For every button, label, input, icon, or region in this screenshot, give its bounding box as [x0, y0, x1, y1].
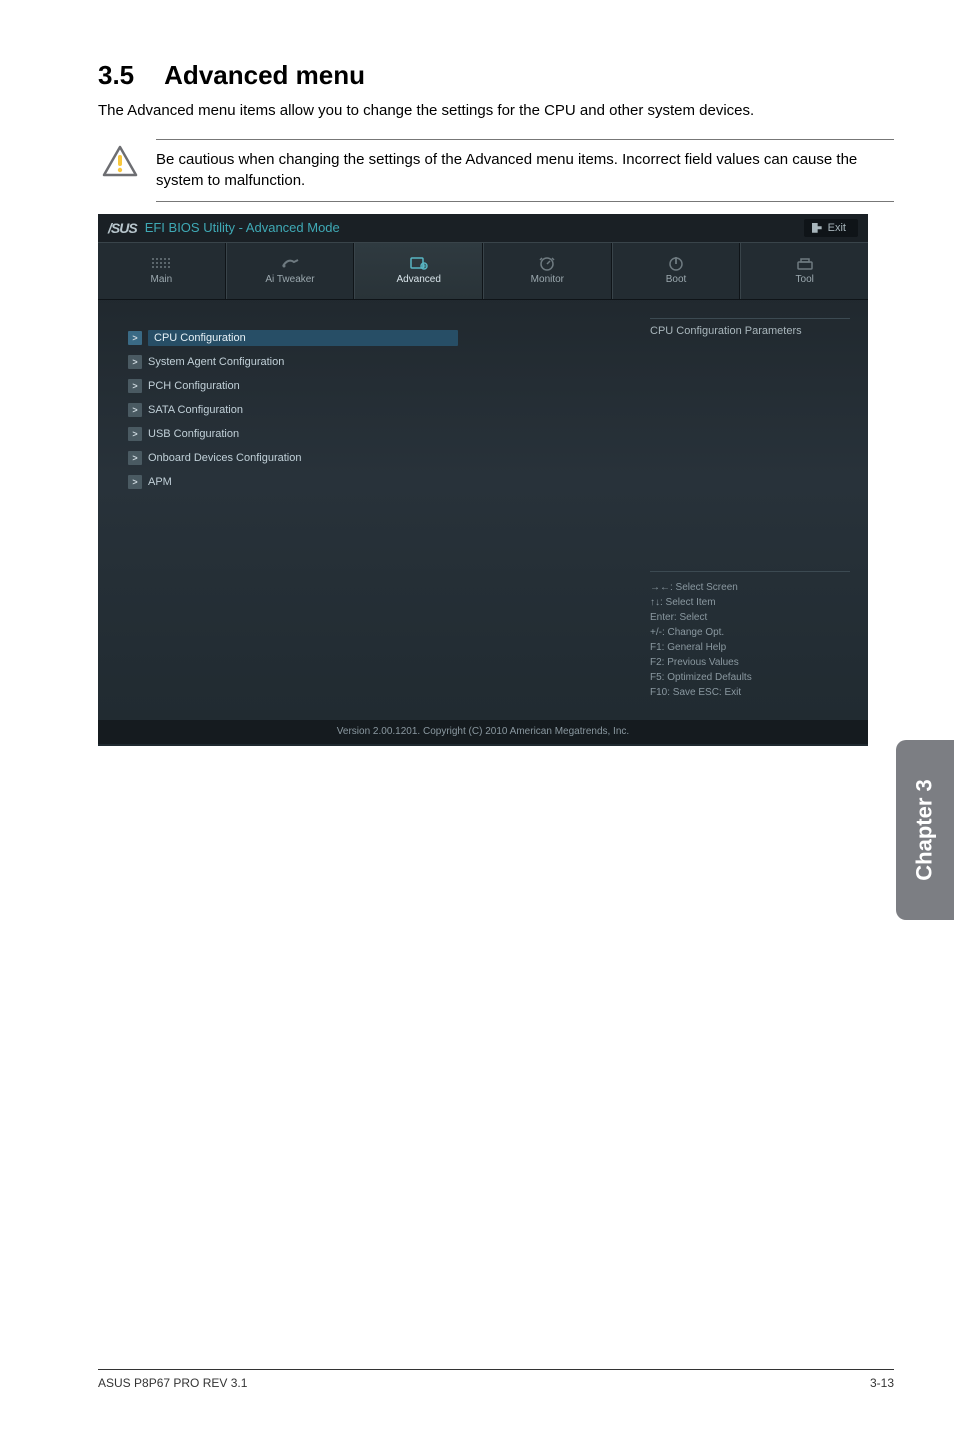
- tool-icon: [795, 256, 815, 270]
- tab-monitor[interactable]: Monitor: [483, 243, 612, 299]
- help-panel-title: CPU Configuration Parameters: [650, 318, 850, 337]
- bios-screenshot: /SUS EFI BIOS Utility - Advanced Mode Ex…: [98, 214, 868, 746]
- menu-item-system-agent[interactable]: > System Agent Configuration: [128, 350, 620, 374]
- menu-label: CPU Configuration: [148, 330, 458, 346]
- menu-item-cpu-config[interactable]: > CPU Configuration: [128, 326, 458, 350]
- tab-main[interactable]: Main: [98, 243, 226, 299]
- menu-label: PCH Configuration: [148, 380, 240, 392]
- bios-tabbar: Main Ai Tweaker Advanced Monitor: [98, 242, 868, 300]
- menu-item-sata-config[interactable]: > SATA Configuration: [128, 398, 620, 422]
- menu-item-usb-config[interactable]: > USB Configuration: [128, 422, 620, 446]
- tab-ai-tweaker[interactable]: Ai Tweaker: [226, 243, 355, 299]
- tab-tool[interactable]: Tool: [740, 243, 868, 299]
- monitor-icon: [537, 256, 557, 270]
- intro-paragraph: The Advanced menu items allow you to cha…: [98, 101, 894, 121]
- key-hints: →←: Select Screen ↑↓: Select Item Enter:…: [650, 571, 850, 700]
- menu-item-apm[interactable]: > APM: [128, 470, 620, 494]
- boot-icon: [666, 256, 686, 270]
- chevron-right-icon: >: [128, 475, 142, 489]
- exit-label: Exit: [828, 222, 846, 234]
- bios-title: EFI BIOS Utility - Advanced Mode: [145, 220, 340, 235]
- exit-icon: [812, 223, 822, 233]
- section-title: Advanced menu: [164, 60, 365, 90]
- tab-label: Advanced: [396, 274, 440, 285]
- tab-label: Ai Tweaker: [265, 274, 314, 285]
- chevron-right-icon: >: [128, 451, 142, 465]
- chapter-side-tab: Chapter 3: [896, 740, 954, 920]
- tab-label: Tool: [796, 274, 814, 285]
- tab-advanced[interactable]: Advanced: [354, 243, 483, 299]
- menu-item-onboard-devices[interactable]: > Onboard Devices Configuration: [128, 446, 620, 470]
- bios-menu-list: > CPU Configuration > System Agent Confi…: [98, 318, 638, 718]
- bios-version-footer: Version 2.00.1201. Copyright (C) 2010 Am…: [98, 720, 868, 744]
- warning-icon: [102, 145, 138, 184]
- menu-item-pch-config[interactable]: > PCH Configuration: [128, 374, 620, 398]
- chevron-right-icon: >: [128, 331, 142, 345]
- chapter-side-label: Chapter 3: [912, 779, 938, 880]
- menu-label: Onboard Devices Configuration: [148, 452, 301, 464]
- chevron-right-icon: >: [128, 379, 142, 393]
- asus-logo: /SUS: [108, 220, 137, 236]
- chevron-right-icon: >: [128, 427, 142, 441]
- tab-label: Monitor: [531, 274, 564, 285]
- tab-boot[interactable]: Boot: [612, 243, 741, 299]
- tab-label: Main: [150, 274, 172, 285]
- exit-button[interactable]: Exit: [804, 219, 858, 237]
- footer-page-number: 3-13: [870, 1376, 894, 1390]
- page-footer: ASUS P8P67 PRO REV 3.1 3-13: [98, 1369, 894, 1390]
- main-icon: [151, 256, 171, 270]
- advanced-icon: [409, 256, 429, 270]
- warning-callout: Be cautious when changing the settings o…: [98, 139, 894, 202]
- tab-label: Boot: [666, 274, 687, 285]
- tweaker-icon: [280, 256, 300, 270]
- chevron-right-icon: >: [128, 355, 142, 369]
- menu-label: System Agent Configuration: [148, 356, 284, 368]
- section-heading: 3.5 Advanced menu: [98, 60, 894, 91]
- footer-product: ASUS P8P67 PRO REV 3.1: [98, 1376, 247, 1390]
- menu-label: USB Configuration: [148, 428, 239, 440]
- chevron-right-icon: >: [128, 403, 142, 417]
- warning-text: Be cautious when changing the settings o…: [156, 150, 894, 191]
- section-number: 3.5: [98, 60, 134, 91]
- menu-label: SATA Configuration: [148, 404, 243, 416]
- menu-label: APM: [148, 476, 172, 488]
